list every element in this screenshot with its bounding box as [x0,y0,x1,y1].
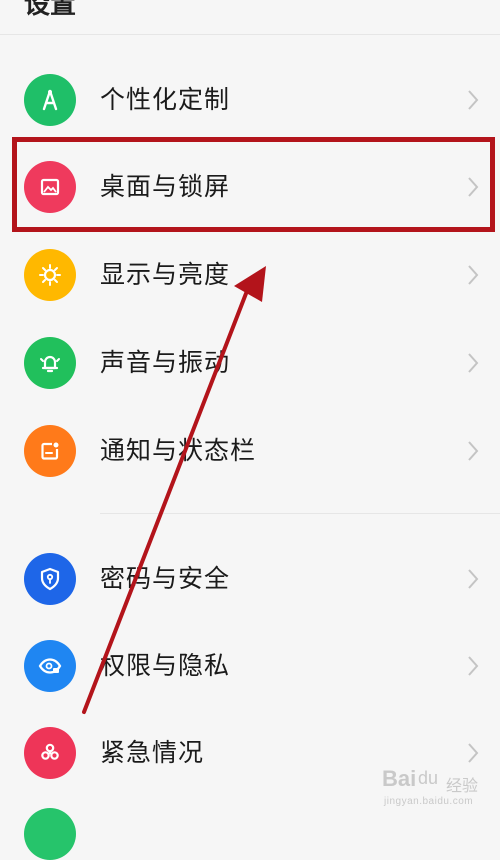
watermark-url: jingyan.baidu.com [384,796,474,807]
settings-item-label: 通知与状态栏 [100,436,257,465]
bell-icon [24,337,76,389]
settings-item-password-security[interactable]: 密码与安全 [0,535,500,623]
chevron-right-icon [468,265,479,285]
chevron-right-icon [468,90,479,110]
settings-item-label: 紧急情况 [100,738,205,767]
settings-item-label: 声音与振动 [100,348,231,377]
personalize-icon [24,74,76,126]
asterisk-icon [24,727,76,779]
highlight-box [12,137,495,232]
settings-item-notification-statusbar[interactable]: 通知与状态栏 [0,407,500,495]
watermark-main: Bai [382,766,417,791]
settings-header: 设置 [0,0,500,35]
section-divider [100,513,500,514]
chevron-right-icon [468,656,479,676]
settings-item-sound-vibration[interactable]: 声音与振动 [0,319,500,407]
watermark-paw: du [418,768,439,788]
chevron-right-icon [468,441,479,461]
settings-item-personalize[interactable]: 个性化定制 [0,56,500,144]
page-title: 设置 [24,0,77,20]
baidu-jingyan-watermark: Bai du 经验 jingyan.baidu.com [382,766,494,814]
settings-item-label: 密码与安全 [100,564,231,593]
next-item-icon-partial [24,808,76,860]
eye-lock-icon [24,640,76,692]
sun-icon [24,249,76,301]
chevron-right-icon [468,569,479,589]
watermark-sub: 经验 [446,778,479,795]
chevron-right-icon [468,743,479,763]
notification-icon [24,425,76,477]
settings-item-label: 权限与隐私 [100,651,231,680]
shield-icon [24,553,76,605]
settings-item-permission-privacy[interactable]: 权限与隐私 [0,622,500,710]
chevron-right-icon [468,353,479,373]
settings-item-label: 个性化定制 [100,85,231,114]
settings-item-label: 显示与亮度 [100,260,231,289]
settings-item-display-brightness[interactable]: 显示与亮度 [0,231,500,319]
